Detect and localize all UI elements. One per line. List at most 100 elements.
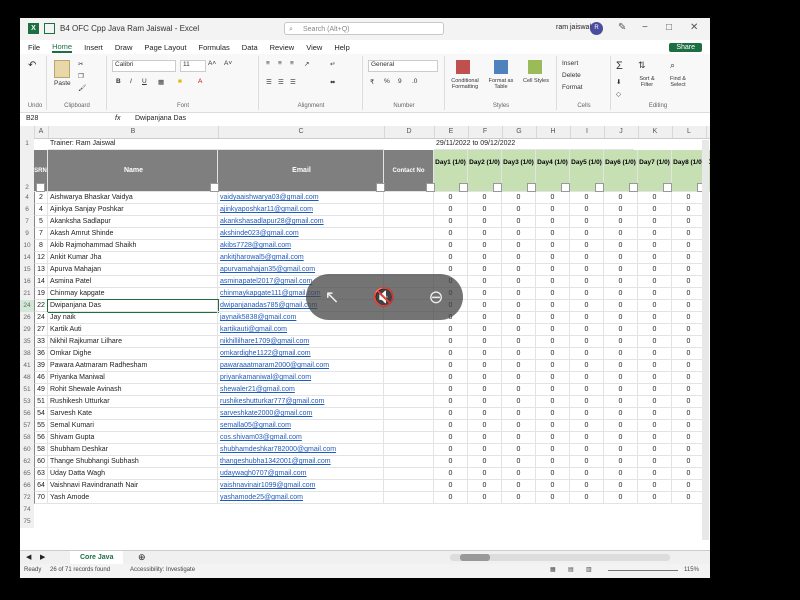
column-header-l[interactable]: L xyxy=(672,126,707,138)
format-as-table-icon[interactable] xyxy=(494,60,508,74)
day-value-cell[interactable]: 0 xyxy=(434,336,468,348)
day-value-cell[interactable]: 0 xyxy=(468,228,502,240)
day-value-cell[interactable]: 0 xyxy=(672,252,706,264)
day-value-cell[interactable]: 0 xyxy=(570,228,604,240)
day-value-cell[interactable]: 0 xyxy=(638,204,672,216)
filter-dropdown-icon[interactable] xyxy=(663,183,672,192)
day-value-cell[interactable]: 0 xyxy=(434,360,468,372)
menu-draw[interactable]: Draw xyxy=(115,43,133,52)
email-cell[interactable]: ankitjharowal5@gmail.com xyxy=(218,252,384,264)
day-value-cell[interactable]: 0 xyxy=(604,384,638,396)
name-cell[interactable]: Shivam Gupta xyxy=(48,432,218,444)
day-value-cell[interactable]: 0 xyxy=(638,276,672,288)
day-value-cell[interactable]: 0 xyxy=(638,408,672,420)
find-icon[interactable]: ⌕ xyxy=(670,60,675,71)
day-value-cell[interactable]: 0 xyxy=(468,276,502,288)
day-value-cell[interactable]: 0 xyxy=(502,396,536,408)
column-header-b[interactable]: B xyxy=(48,126,219,138)
srn-cell[interactable]: 60 xyxy=(34,456,48,468)
row-header[interactable]: 14 xyxy=(20,252,34,264)
day-value-cell[interactable]: 0 xyxy=(604,252,638,264)
font-color-icon[interactable]: A xyxy=(198,78,202,85)
day-value-cell[interactable]: 0 xyxy=(604,420,638,432)
srn-cell[interactable]: 2 xyxy=(34,192,48,204)
name-cell[interactable]: Semal Kumari xyxy=(48,420,218,432)
row-header[interactable]: 16 xyxy=(20,276,34,288)
orientation-icon[interactable]: ↗ xyxy=(304,60,309,68)
day-value-cell[interactable]: 0 xyxy=(434,468,468,480)
name-cell[interactable]: Pawara Aatmaram Radhesham xyxy=(48,360,218,372)
email-cell[interactable]: akshinde023@gmail.com xyxy=(218,228,384,240)
day-value-cell[interactable]: 0 xyxy=(638,444,672,456)
contact-cell[interactable] xyxy=(384,456,434,468)
autosum-icon[interactable]: Σ xyxy=(616,60,623,72)
day-value-cell[interactable]: 0 xyxy=(638,300,672,312)
srn-cell[interactable]: 54 xyxy=(34,408,48,420)
day-value-cell[interactable]: 0 xyxy=(672,276,706,288)
contact-cell[interactable] xyxy=(384,192,434,204)
delete-button[interactable]: Delete xyxy=(562,72,581,79)
day-value-cell[interactable]: 0 xyxy=(570,264,604,276)
menu-page-layout[interactable]: Page Layout xyxy=(144,43,186,52)
filter-dropdown-icon[interactable] xyxy=(527,183,536,192)
day-value-cell[interactable]: 0 xyxy=(502,348,536,360)
day-value-cell[interactable]: 0 xyxy=(570,480,604,492)
day-value-cell[interactable]: 0 xyxy=(536,276,570,288)
day-value-cell[interactable]: 0 xyxy=(536,384,570,396)
formula-input[interactable]: Dwipanjana Das xyxy=(135,115,186,122)
day-value-cell[interactable]: 0 xyxy=(434,228,468,240)
corner-select[interactable] xyxy=(20,126,35,138)
header-email[interactable]: Email xyxy=(218,150,384,192)
mouse-off-icon[interactable]: ↖ xyxy=(320,285,344,309)
search-box[interactable]: ⌕ Search (Alt+Q) xyxy=(284,22,444,35)
day-value-cell[interactable]: 0 xyxy=(570,420,604,432)
row-header[interactable]: 57 xyxy=(20,420,34,432)
menu-data[interactable]: Data xyxy=(242,43,258,52)
day-value-cell[interactable]: 0 xyxy=(434,420,468,432)
day-value-cell[interactable]: 0 xyxy=(434,408,468,420)
day-value-cell[interactable]: 0 xyxy=(672,372,706,384)
copy-icon[interactable]: ❐ xyxy=(78,72,84,80)
email-cell[interactable]: vaidyaaishwarya03@gmail.com xyxy=(218,192,384,204)
filter-dropdown-icon[interactable] xyxy=(36,183,45,192)
wrap-text-icon[interactable]: ↵ xyxy=(330,60,335,68)
srn-cell[interactable]: 49 xyxy=(34,384,48,396)
increase-decimal-icon[interactable]: .0 xyxy=(412,78,417,85)
column-header-g[interactable]: G xyxy=(502,126,537,138)
email-cell[interactable]: omkardighe1122@gmail.com xyxy=(218,348,384,360)
day-value-cell[interactable]: 0 xyxy=(502,408,536,420)
day-value-cell[interactable]: 0 xyxy=(604,432,638,444)
day-value-cell[interactable]: 0 xyxy=(468,300,502,312)
name-cell[interactable]: Akib Rajmohammad Shaikh xyxy=(48,240,218,252)
share-button[interactable]: Share xyxy=(669,43,702,52)
day-value-cell[interactable]: 0 xyxy=(604,372,638,384)
day-value-cell[interactable]: 0 xyxy=(604,336,638,348)
row-header[interactable]: 26 xyxy=(20,312,34,324)
day-value-cell[interactable]: 0 xyxy=(434,480,468,492)
day-value-cell[interactable]: 0 xyxy=(434,444,468,456)
row-header[interactable]: 56 xyxy=(20,408,34,420)
stop-icon[interactable]: ⊖ xyxy=(424,285,448,309)
header-name[interactable]: Name xyxy=(48,150,218,192)
find-select-button[interactable]: Find & Select xyxy=(664,76,692,88)
sound-off-icon[interactable]: 🔇 xyxy=(372,285,396,309)
day-value-cell[interactable]: 0 xyxy=(502,336,536,348)
email-cell[interactable]: priyankamaniwal@gmail.com xyxy=(218,372,384,384)
srn-cell[interactable]: 39 xyxy=(34,360,48,372)
format-button[interactable]: Format xyxy=(562,84,583,91)
day-value-cell[interactable]: 0 xyxy=(604,444,638,456)
day-value-cell[interactable]: 0 xyxy=(502,444,536,456)
day-value-cell[interactable]: 0 xyxy=(604,204,638,216)
insert-button[interactable]: Insert xyxy=(562,60,578,67)
day-value-cell[interactable]: 0 xyxy=(604,348,638,360)
day-value-cell[interactable]: 0 xyxy=(604,468,638,480)
maximize-icon[interactable]: □ xyxy=(666,22,672,33)
srn-cell[interactable]: 13 xyxy=(34,264,48,276)
day-value-cell[interactable]: 0 xyxy=(604,264,638,276)
day-value-cell[interactable]: 0 xyxy=(638,384,672,396)
name-cell[interactable]: Rohit Shewale Avinash xyxy=(48,384,218,396)
scroll-left-icon[interactable]: ◀ xyxy=(26,553,31,561)
day-value-cell[interactable]: 0 xyxy=(638,216,672,228)
add-sheet-icon[interactable]: ⊕ xyxy=(138,552,146,563)
day-value-cell[interactable]: 0 xyxy=(570,204,604,216)
